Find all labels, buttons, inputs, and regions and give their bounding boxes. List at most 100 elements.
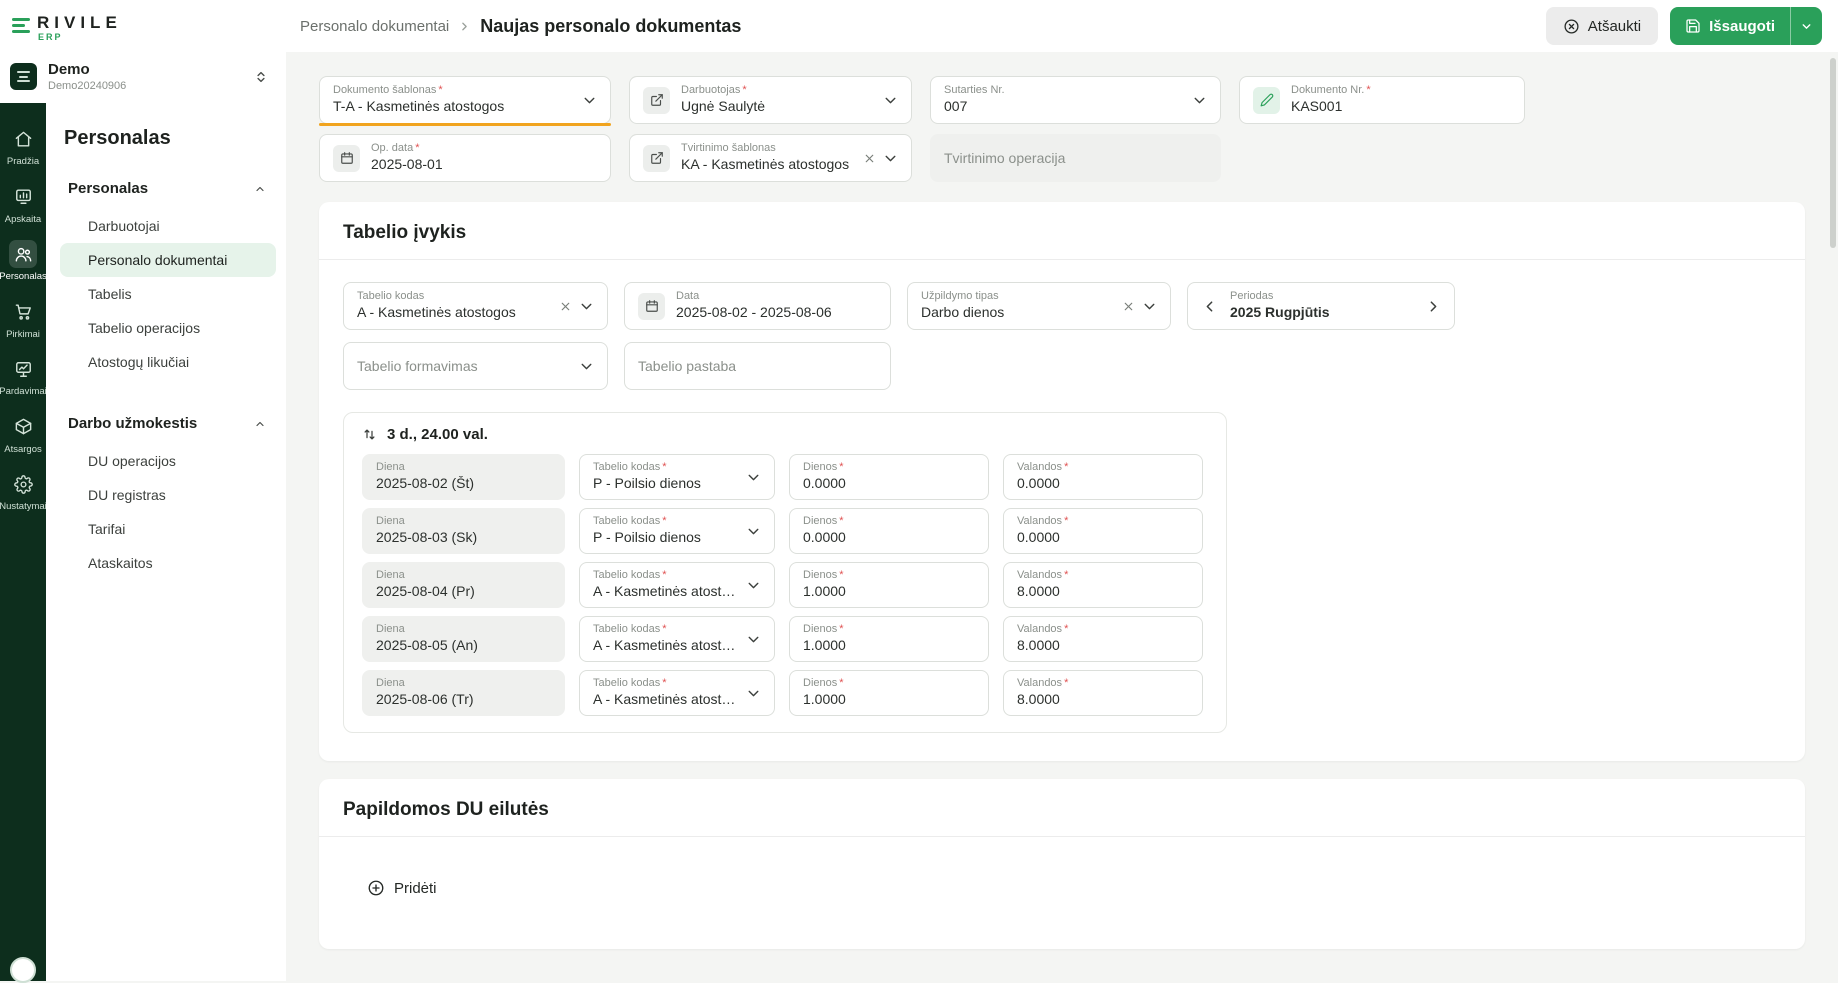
row-dienos-input[interactable]: Dienos* 1.0000 xyxy=(789,616,989,662)
rail-item-apskaita[interactable]: Apskaita xyxy=(0,183,46,225)
chevron-down-icon[interactable] xyxy=(578,298,595,315)
rail-item-nustatymai[interactable]: Nustatymai xyxy=(0,470,46,512)
prideti-button[interactable]: Pridėti xyxy=(357,871,447,905)
chevron-down-icon[interactable] xyxy=(578,358,595,375)
rail-item-personalas[interactable]: Personalas xyxy=(0,240,46,282)
chevron-down-icon[interactable] xyxy=(745,523,762,540)
row-dienos-input[interactable]: Dienos* 1.0000 xyxy=(789,562,989,608)
rail-item-pradzia[interactable]: Pradžia xyxy=(0,125,46,167)
data-range-field[interactable]: Data 2025-08-02 - 2025-08-06 xyxy=(624,282,891,330)
chevron-down-icon[interactable] xyxy=(745,577,762,594)
chevron-down-icon[interactable] xyxy=(882,92,899,109)
tabelio-row: Diena 2025-08-02 (Št) Tabelio kodas* P -… xyxy=(362,454,1208,500)
section-header-darbo-uzmokestis[interactable]: Darbo užmokestis xyxy=(60,409,276,438)
sidebar-item-du-operacijos[interactable]: DU operacijos xyxy=(60,444,276,478)
sidebar-item-du-registras[interactable]: DU registras xyxy=(60,478,276,512)
breadcrumb-chevron-icon xyxy=(458,20,471,33)
home-icon xyxy=(9,125,37,153)
dokumento-nr-input[interactable]: Dokumento Nr.* KAS001 xyxy=(1239,76,1525,124)
row-tabelio-kodas-select[interactable]: Tabelio kodas* A - Kasmetinės atostogos xyxy=(579,670,775,716)
sidebar-item-tarifai[interactable]: Tarifai xyxy=(60,512,276,546)
section-header-personalas[interactable]: Personalas xyxy=(60,174,276,203)
save-options-button[interactable] xyxy=(1790,7,1822,45)
op-data-field[interactable]: Op. data* 2025-08-01 xyxy=(319,134,611,182)
sidebar-title: Personalas xyxy=(64,127,276,150)
breadcrumb[interactable]: Personalo dokumentai xyxy=(300,18,449,35)
sidebar-item-personalo-dokumentai[interactable]: Personalo dokumentai xyxy=(60,243,276,277)
row-tabelio-kodas-select[interactable]: Tabelio kodas* P - Poilsio dienos xyxy=(579,454,775,500)
row-valandos-input[interactable]: Valandos* 8.0000 xyxy=(1003,670,1203,716)
rail-item-pirkimai[interactable]: Pirkimai xyxy=(0,298,46,340)
main-area: Personalo dokumentai Naujas personalo do… xyxy=(286,0,1838,981)
chevron-down-icon[interactable] xyxy=(882,150,899,167)
pencil-icon xyxy=(1253,87,1280,114)
uzpildymo-tipas-select[interactable]: Užpildymo tipas Darbo dienos xyxy=(907,282,1171,330)
row-dienos-input[interactable]: Dienos* 0.0000 xyxy=(789,454,989,500)
sidebar-item-tabelis[interactable]: Tabelis xyxy=(60,277,276,311)
chevron-down-icon[interactable] xyxy=(581,92,598,109)
chevron-up-icon xyxy=(254,183,266,195)
sidebar-item-atostogu-likuciai[interactable]: Atostogų likučiai xyxy=(60,345,276,379)
clear-x-icon[interactable] xyxy=(1122,300,1135,313)
inventory-icon xyxy=(9,413,37,441)
diena-field: Diena 2025-08-06 (Tr) xyxy=(362,670,565,716)
sutarties-nr-select[interactable]: Sutarties Nr. 007 xyxy=(930,76,1221,124)
row-tabelio-kodas-select[interactable]: Tabelio kodas* P - Poilsio dienos xyxy=(579,508,775,554)
external-link-icon[interactable] xyxy=(643,87,670,114)
periodas-navigator[interactable]: Periodas 2025 Rugpjūtis xyxy=(1187,282,1455,330)
chevron-left-icon[interactable] xyxy=(1201,298,1218,315)
unfold-more-icon[interactable] xyxy=(254,70,268,84)
row-valandos-input[interactable]: Valandos* 0.0000 xyxy=(1003,454,1203,500)
external-link-icon[interactable] xyxy=(643,145,670,172)
chevron-down-icon[interactable] xyxy=(1141,298,1158,315)
gear-icon xyxy=(9,470,37,498)
clear-x-icon[interactable] xyxy=(863,152,876,165)
row-dienos-input[interactable]: Dienos* 1.0000 xyxy=(789,670,989,716)
row-tabelio-kodas-select[interactable]: Tabelio kodas* A - Kasmetinės atostogos xyxy=(579,562,775,608)
chevron-right-icon[interactable] xyxy=(1425,298,1442,315)
diena-field: Diena 2025-08-03 (Sk) xyxy=(362,508,565,554)
help-circle-icon[interactable] xyxy=(10,957,36,983)
row-valandos-input[interactable]: Valandos* 0.0000 xyxy=(1003,508,1203,554)
darbuotojas-select[interactable]: Darbuotojas* Ugnė Saulytė xyxy=(629,76,912,124)
tvirtinimo-sablonas-select[interactable]: Tvirtinimo šablonas KA - Kasmetinės atos… xyxy=(629,134,912,182)
save-button[interactable]: Išsaugoti xyxy=(1670,7,1790,45)
rail-item-pardavimai[interactable]: Pardavimai xyxy=(0,355,46,397)
row-tabelio-kodas-select[interactable]: Tabelio kodas* A - Kasmetinės atostogos xyxy=(579,616,775,662)
chevron-down-icon[interactable] xyxy=(745,685,762,702)
tabelio-days-group: 3 d., 24.00 val. Diena 2025-08-02 (Št) xyxy=(343,412,1227,733)
tabelio-ivykis-card: Tabelio įvykis Tabelio kodas A - Kasmeti… xyxy=(319,202,1805,761)
topbar: Personalo dokumentai Naujas personalo do… xyxy=(286,0,1838,52)
company-selector[interactable]: Demo Demo20240906 xyxy=(10,54,276,99)
sidebar-item-tabelio-operacijos[interactable]: Tabelio operacijos xyxy=(60,311,276,345)
sidebar-section-darbo-uzmokestis: Darbo užmokestis DU operacijos DU regist… xyxy=(60,409,276,580)
tabelio-kodas-select[interactable]: Tabelio kodas A - Kasmetinės atostogos xyxy=(343,282,608,330)
tabelio-rows: Diena 2025-08-02 (Št) Tabelio kodas* P -… xyxy=(344,452,1226,732)
sidebar-item-ataskaitos[interactable]: Ataskaitos xyxy=(60,546,276,580)
row-valandos-input[interactable]: Valandos* 8.0000 xyxy=(1003,616,1203,662)
tabelio-row: Diena 2025-08-04 (Pr) Tabelio kodas* A -… xyxy=(362,562,1208,608)
brand-sub: ERP xyxy=(38,33,122,42)
sidebar-menu: Personalas Personalas Darbuotojai Person… xyxy=(46,103,286,981)
rail-item-atsargos[interactable]: Atsargos xyxy=(0,413,46,455)
rivile-lines-icon xyxy=(12,14,30,33)
chevron-down-icon[interactable] xyxy=(745,469,762,486)
sidebar-item-darbuotojai[interactable]: Darbuotojai xyxy=(60,209,276,243)
page-title: Naujas personalo dokumentas xyxy=(480,16,741,37)
chevron-down-icon[interactable] xyxy=(1191,92,1208,109)
chevron-down-icon[interactable] xyxy=(745,631,762,648)
tvirtinimo-operacija-input: Tvirtinimo operacija xyxy=(930,134,1221,182)
scrollbar-thumb[interactable] xyxy=(1830,58,1836,248)
tabelio-formavimas-select[interactable]: Tabelio formavimas xyxy=(343,342,608,390)
clear-x-icon[interactable] xyxy=(559,300,572,313)
row-valandos-input[interactable]: Valandos* 8.0000 xyxy=(1003,562,1203,608)
tabelio-pastaba-input[interactable]: Tabelio pastaba xyxy=(624,342,891,390)
cancel-button[interactable]: Atšaukti xyxy=(1546,7,1658,45)
tabelio-row: Diena 2025-08-03 (Sk) Tabelio kodas* P -… xyxy=(362,508,1208,554)
swap-vertical-icon[interactable] xyxy=(362,427,377,442)
dokumento-sablonas-select[interactable]: Dokumento šablonas* T-A - Kasmetinės ato… xyxy=(319,76,611,124)
chevron-up-icon xyxy=(254,418,266,430)
row-dienos-input[interactable]: Dienos* 0.0000 xyxy=(789,508,989,554)
sales-icon xyxy=(9,355,37,383)
papildomos-du-title: Papildomos DU eilutės xyxy=(319,779,1805,836)
